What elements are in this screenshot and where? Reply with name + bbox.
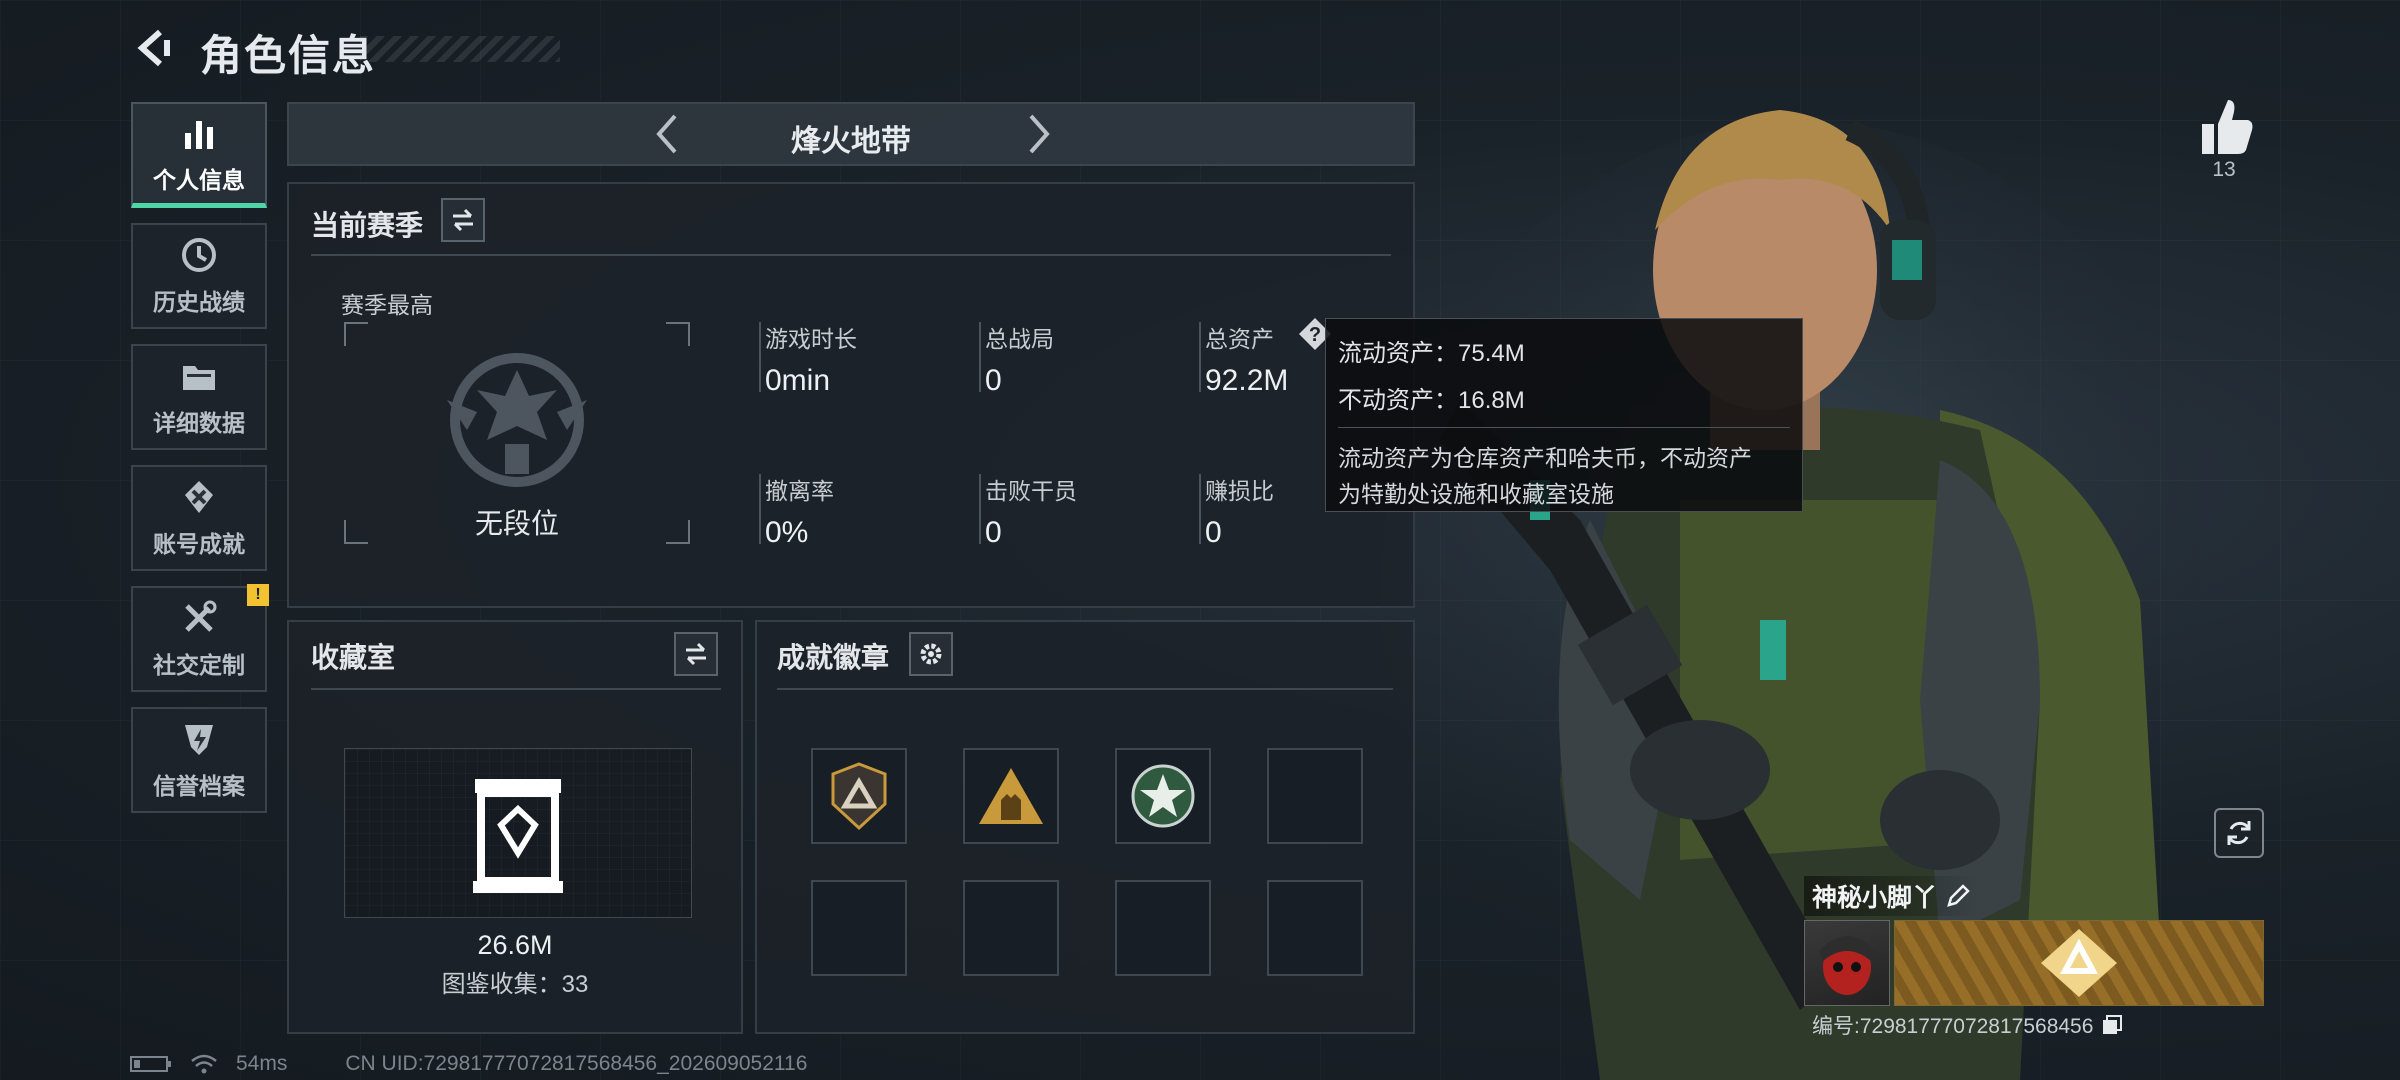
divider <box>311 254 1391 256</box>
status-bar: 54ms CN UID:72981777072817568456_2026090… <box>130 1052 807 1076</box>
refresh-button[interactable] <box>2214 808 2264 858</box>
player-name: 神秘小脚丫 <box>1812 884 1938 912</box>
badge-slot[interactable] <box>1267 880 1363 976</box>
badge-slot[interactable] <box>963 748 1059 844</box>
season-title: 当前赛季 <box>311 210 424 241</box>
vault-display[interactable] <box>344 748 692 918</box>
side-nav: 个人信息 历史战绩 详细数据 账号成就 社交定制 ! 信誉档案 <box>131 102 269 828</box>
gear-icon <box>920 643 942 665</box>
tooltip-description-1: 流动资产为仓库资产和哈夫币，不动资产 <box>1338 445 1752 471</box>
uid-text: CN UID:72981777072817568456_202609052116 <box>345 1052 808 1075</box>
thumbs-up-icon <box>2202 100 2253 154</box>
collection-title: 收藏室 <box>311 642 396 673</box>
rank-eagle-emblem-icon <box>447 353 587 487</box>
svg-text:?: ? <box>1309 324 1321 346</box>
back-button[interactable] <box>130 24 178 72</box>
nav-label: 详细数据 <box>153 410 245 436</box>
player-card: 神秘小脚丫 编号:7298177707281756845​6 <box>1804 876 2264 1038</box>
tools-icon <box>185 600 217 632</box>
triangle-shield-badge-icon <box>831 762 887 831</box>
assets-tooltip: 流动资产：75.4M 不动资产：16.8M 流动资产为仓库资产和哈夫币，不动资产… <box>1325 318 1803 512</box>
history-clock-icon <box>182 238 216 272</box>
badge-slot[interactable] <box>1267 748 1363 844</box>
badge-slot[interactable] <box>811 880 907 976</box>
achievement-title: 成就徽章 <box>777 642 890 673</box>
player-id: 编号:7298177707281756845​6 <box>1812 1015 2094 1038</box>
shield-bolt-icon <box>185 725 213 755</box>
badge-slot[interactable] <box>963 880 1059 976</box>
mode-selector: 烽火地带 <box>287 102 1415 166</box>
season-swap-button[interactable] <box>441 198 485 242</box>
player-id-row: 编号:7298177707281756845​6 <box>1812 1010 2123 1040</box>
stat-total-matches: 总战局 0 <box>985 326 1054 397</box>
achievement-icon <box>185 481 213 513</box>
nav-label: 社交定制 <box>153 652 245 678</box>
divider <box>1338 427 1790 428</box>
swap-arrows-icon <box>686 642 706 666</box>
nav-item-detailed-data[interactable]: 详细数据 <box>131 344 267 450</box>
player-name-row: 神秘小脚丫 <box>1804 876 1980 916</box>
collection-panel: 收藏室 26.6M 图鉴收集：33 <box>287 620 743 1034</box>
nav-label: 账号成就 <box>153 531 245 557</box>
refresh-icon <box>2227 821 2251 845</box>
tooltip-description-2: 为特勤处设施和收藏室设施 <box>1338 481 1614 507</box>
stat-extraction-rate: 撤离率 0% <box>765 478 834 549</box>
folder-icon <box>183 366 215 390</box>
nav-item-achievements[interactable]: 账号成就 <box>131 465 267 571</box>
edit-pencil-icon[interactable] <box>1945 883 1971 909</box>
season-best-label: 赛季最高 <box>341 292 433 318</box>
badge-slot[interactable] <box>1115 748 1211 844</box>
nav-label: 历史战绩 <box>153 289 245 315</box>
bar-chart-icon <box>185 120 213 149</box>
wifi-icon <box>191 1054 217 1074</box>
mode-title: 烽火地带 <box>791 125 911 158</box>
like-count: 13 <box>2212 158 2236 181</box>
nav-label: 信誉档案 <box>153 773 245 799</box>
divider <box>777 688 1393 690</box>
collection-value: 26.6M <box>477 930 553 960</box>
nav-item-personal-info[interactable]: 个人信息 <box>131 102 267 208</box>
divider <box>311 688 721 690</box>
nav-label: 个人信息 <box>153 166 245 193</box>
tooltip-liquid-assets: 流动资产：75.4M <box>1338 340 1525 367</box>
achievement-panel: 成就徽章 <box>755 620 1415 1034</box>
nav-item-history[interactable]: 历史战绩 <box>131 223 267 329</box>
swap-arrows-icon <box>453 208 473 232</box>
like-button[interactable] <box>2188 92 2260 164</box>
next-mode-button[interactable] <box>1013 110 1061 158</box>
season-panel: 当前赛季 赛季最高 无段位 游戏时长 0min 总战局 0 总资产 92.2M … <box>287 182 1415 608</box>
stat-play-time: 游戏时长 0min <box>765 326 857 397</box>
battery-icon <box>130 1056 171 1072</box>
nav-item-social-custom[interactable]: 社交定制 ! <box>131 584 269 692</box>
avatar[interactable] <box>1804 920 1890 1006</box>
green-star-badge-icon <box>1131 764 1195 828</box>
achievement-settings-button[interactable] <box>909 632 953 676</box>
nav-item-reputation[interactable]: 信誉档案 <box>131 707 267 813</box>
page-title: 角色信息 <box>200 32 377 79</box>
avatar-mask-icon <box>1819 936 1875 995</box>
copy-icon[interactable] <box>2101 1014 2123 1036</box>
gold-triangle-banner-icon <box>1895 921 2263 1005</box>
rank-label: 无段位 <box>474 508 559 539</box>
title-decoration <box>360 36 560 62</box>
vault-showcase-icon <box>473 779 563 893</box>
back-arrow-icon <box>137 29 170 67</box>
tooltip-fixed-assets: 不动资产：16.8M <box>1338 387 1525 414</box>
badge-slot[interactable] <box>1115 880 1211 976</box>
badge-slot[interactable] <box>811 748 907 844</box>
ping-text: 54ms <box>236 1052 288 1075</box>
alert-badge: ! <box>247 584 269 606</box>
stat-operators-defeated: 击败干员 0 <box>985 478 1077 549</box>
collection-count: 图鉴收集：33 <box>441 971 589 998</box>
player-banner[interactable] <box>1894 920 2264 1006</box>
soldiers-triangle-badge-icon <box>979 768 1043 824</box>
collection-swap-button[interactable] <box>674 632 718 676</box>
